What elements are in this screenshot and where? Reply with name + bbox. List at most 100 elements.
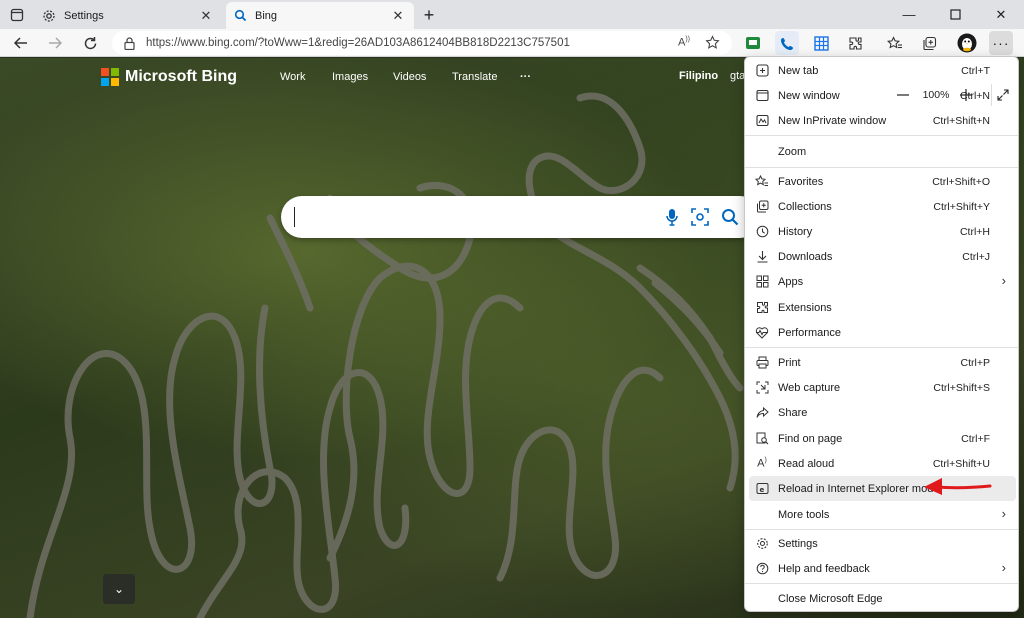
new-tab-button[interactable]: + [418,4,440,26]
menu-label: More tools [778,508,830,521]
menu-item-close-edge[interactable]: Close Microsoft Edge [749,586,1016,611]
menu-label: Settings [778,537,818,550]
history-icon [754,224,770,240]
tab-actions-button[interactable] [6,5,28,25]
extensions-icon[interactable] [843,31,867,55]
arrow-left-icon [13,37,27,49]
menu-label: New tab [778,64,819,77]
menu-separator [745,167,1018,168]
search-icon[interactable] [719,206,741,228]
nav-images[interactable]: Images [332,71,368,83]
fullscreen-button[interactable] [991,84,1013,106]
favorites-icon[interactable] [883,31,907,55]
menu-item-more-tools[interactable]: More tools › [749,502,1016,527]
nav-videos[interactable]: Videos [393,71,426,83]
new-tab-icon [754,63,770,79]
apps-icon [754,274,770,290]
menu-item-favorites[interactable]: Favorites Ctrl+Shift+O [749,169,1016,194]
menu-item-read-aloud[interactable]: A) Read aloud Ctrl+Shift+U [749,451,1016,476]
text-caret [294,207,295,227]
back-button[interactable] [8,31,34,55]
menu-item-performance[interactable]: Performance [749,320,1016,345]
more-icon: ··· [992,35,1010,51]
menu-item-collections[interactable]: Collections Ctrl+Shift+Y [749,194,1016,219]
add-favorite-icon[interactable] [703,33,721,51]
menu-item-share[interactable]: Share [749,400,1016,425]
tab-settings[interactable]: Settings ✕ [34,2,222,29]
url-text: https://www.bing.com/?toWww=1&redig=26AD… [146,37,570,49]
search-input[interactable] [281,196,761,238]
nav-work[interactable]: Work [280,71,305,83]
profile-avatar[interactable] [955,31,979,55]
new-window-icon [754,88,770,104]
menu-item-history[interactable]: History Ctrl+H [749,219,1016,244]
heartbeat-icon [754,325,770,341]
menu-item-print[interactable]: Print Ctrl+P [749,350,1016,375]
gear-icon [43,9,55,22]
menu-label: Read aloud [778,457,835,470]
refresh-button[interactable] [77,31,103,55]
tab-bing[interactable]: Bing ✕ [226,2,414,29]
language-link[interactable]: Filipino [679,70,718,82]
minimize-button[interactable]: — [886,0,932,29]
tab-title: Settings [64,9,104,22]
menu-item-downloads[interactable]: Downloads Ctrl+J [749,244,1016,269]
menu-item-web-capture[interactable]: Web capture Ctrl+Shift+S [749,375,1016,400]
close-window-button[interactable]: ✕ [978,0,1024,29]
menu-shortcut: Ctrl+Shift+O [932,175,990,188]
chevron-right-icon: › [1001,560,1006,575]
menu-shortcut: Ctrl+T [961,64,990,77]
gear-icon [754,536,770,552]
toolbar: https://www.bing.com/?toWww=1&redig=26AD… [0,29,1024,57]
collections-icon [754,199,770,215]
menu-shortcut: Ctrl+H [959,225,990,238]
close-icon[interactable]: ✕ [198,8,214,24]
menu-item-find-on-page[interactable]: Find on page Ctrl+F [749,426,1016,451]
collections-icon[interactable] [917,31,941,55]
search-icon [234,9,247,22]
lock-icon[interactable] [122,36,136,50]
menu-label: Web capture [778,381,841,394]
user-name-partial[interactable]: gta [730,70,745,82]
menu-item-extensions[interactable]: Extensions [749,295,1016,320]
menu-label: Favorites [778,175,824,188]
phone-extension-icon[interactable] [775,31,799,55]
menu-item-settings[interactable]: Settings [749,531,1016,556]
menu-shortcut: Ctrl+Shift+N [932,114,990,127]
chevron-right-icon: › [1001,273,1006,288]
read-aloud-icon[interactable]: A)) [675,33,693,51]
zoom-label: Zoom [778,145,807,158]
address-bar[interactable]: https://www.bing.com/?toWww=1&redig=26AD… [112,31,732,55]
menu-item-new-tab[interactable]: New tab Ctrl+T [749,58,1016,83]
menu-label: Print [778,356,801,369]
microsoft-bing-logo[interactable]: Microsoft Bing [101,68,237,86]
menu-shortcut: Ctrl+J [962,250,990,263]
arrow-right-icon [49,37,63,49]
tab-title: Bing [255,9,278,22]
nav-more[interactable]: ··· [520,71,531,83]
microphone-icon[interactable] [661,206,683,228]
close-icon[interactable]: ✕ [390,8,406,24]
refresh-icon [84,36,96,49]
visual-search-icon[interactable] [689,206,711,228]
forward-button[interactable] [42,31,68,55]
zoom-out-button[interactable] [892,84,914,106]
menu-label: New InPrivate window [778,114,887,127]
fullscreen-icon [996,89,1009,101]
read-aloud-icon: A) [757,457,767,470]
maximize-button[interactable] [932,0,978,29]
nav-translate[interactable]: Translate [452,71,497,83]
green-extension-icon[interactable] [741,31,765,55]
menu-item-apps[interactable]: Apps › [749,269,1016,294]
settings-and-more-button[interactable]: ··· [989,31,1013,55]
menu-shortcut: Ctrl+P [960,356,990,369]
menu-shortcut: Ctrl+Shift+S [933,381,990,394]
scroll-down-button[interactable]: ⌄ [103,574,135,604]
svg-text:e: e [759,486,764,494]
menu-item-help-and-feedback[interactable]: Help and feedback › [749,556,1016,581]
menu-item-new-inprivate-window[interactable]: New InPrivate window Ctrl+Shift+N [749,108,1016,133]
grid-extension-icon[interactable] [809,31,833,55]
ie-mode-icon: e [754,481,770,497]
zoom-in-button[interactable] [955,84,977,106]
download-icon [754,249,770,265]
